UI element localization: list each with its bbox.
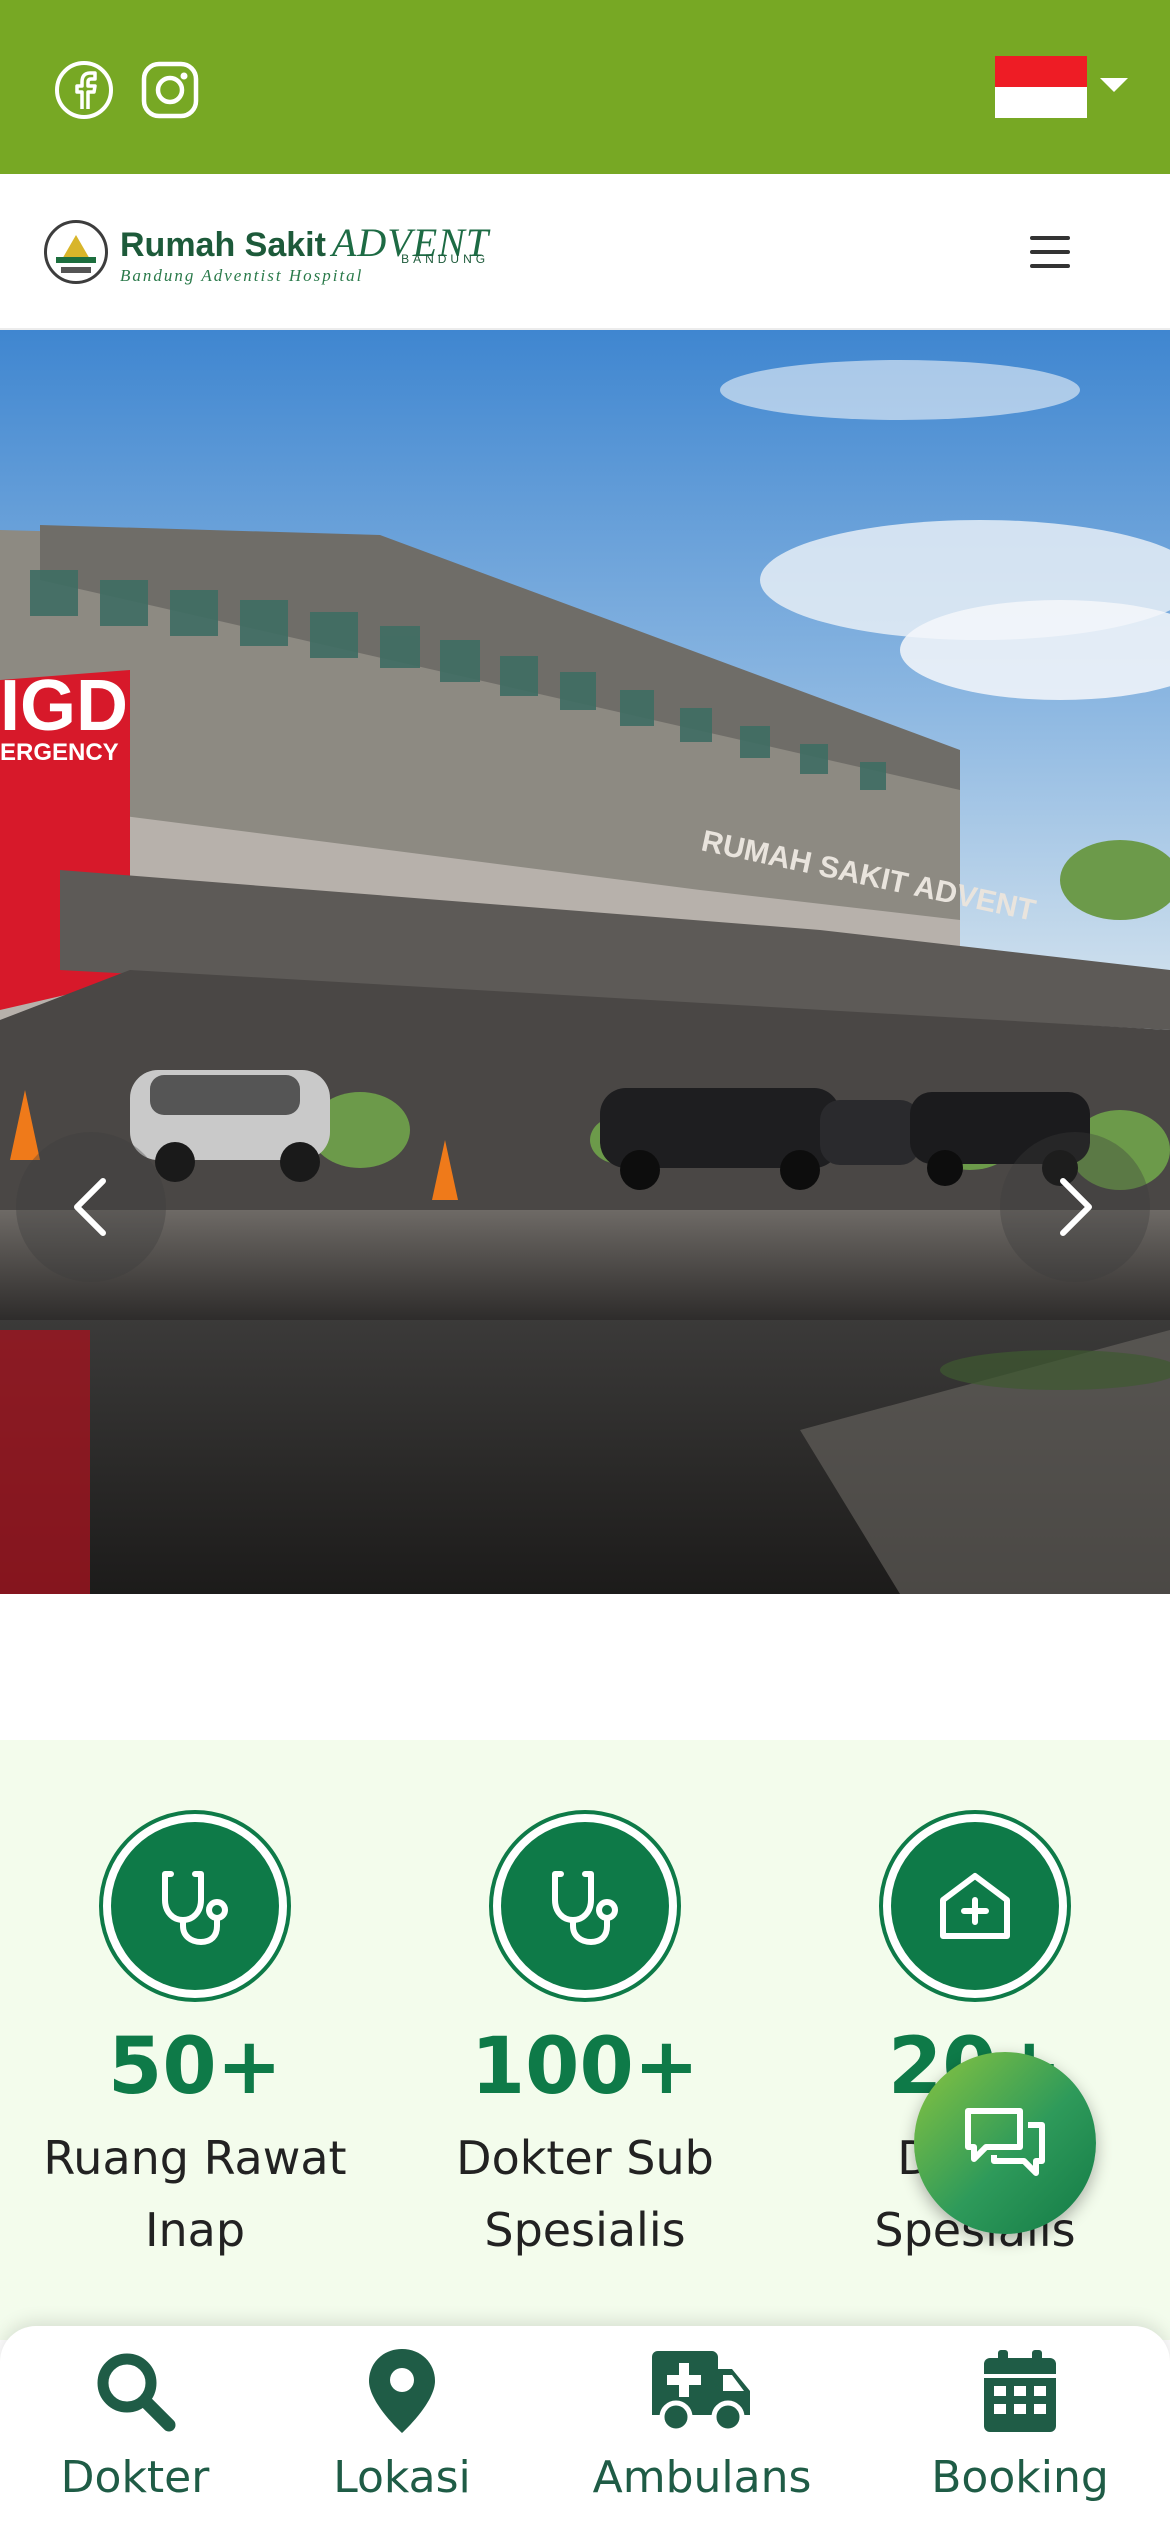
bottom-navigation: Dokter Lokasi Ambulans Booking xyxy=(0,2326,1170,2532)
stat-label: Ruang Rawat Inap xyxy=(43,2131,347,2257)
stats-section: 50+ Ruang Rawat Inap 100+ Dokter Sub Spe… xyxy=(0,1740,1170,2340)
chat-icon xyxy=(965,2108,1045,2176)
stat-number: 100+ xyxy=(470,2022,700,2112)
hero-carousel: IGD ERGENCY RUMAH SAKIT ADVENT xyxy=(0,330,1170,1594)
chevron-down-icon[interactable] xyxy=(1100,78,1128,92)
flag-red-stripe xyxy=(995,56,1087,87)
nav-label: Booking xyxy=(931,2452,1109,2503)
facebook-icon[interactable] xyxy=(52,58,116,122)
top-bar xyxy=(0,0,1170,174)
stethoscope-icon xyxy=(552,1871,618,1946)
nav-ambulans[interactable]: Ambulans xyxy=(572,2346,832,2526)
stat-label: Dokter Sub Spesialis xyxy=(456,2131,714,2257)
stat-number: 50+ xyxy=(108,2022,282,2112)
stethoscope-icon xyxy=(162,1871,228,1946)
nav-dokter[interactable]: Dokter xyxy=(5,2346,265,2526)
location-pin-icon xyxy=(369,2349,435,2433)
clinic-icon xyxy=(940,1873,1010,1939)
emergency-sign: IGD xyxy=(0,666,128,746)
nav-label: Ambulans xyxy=(592,2452,812,2503)
stat-sub-specialist-doctors: 100+ Dokter Sub Spesialis xyxy=(395,1810,775,2266)
flag-white-stripe xyxy=(995,87,1087,118)
nav-label: Dokter xyxy=(60,2452,210,2503)
hamburger-icon[interactable] xyxy=(1026,230,1074,274)
chevron-left-icon xyxy=(74,1178,106,1236)
stat-inpatient-rooms: 50+ Ruang Rawat Inap xyxy=(5,1810,385,2266)
logo-text: Rumah Sakit ADVENT Bandung Adventist Hos… xyxy=(120,219,489,286)
calendar-icon xyxy=(984,2350,1056,2432)
search-icon xyxy=(97,2353,176,2432)
emergency-subsign: ERGENCY xyxy=(0,739,119,766)
carousel-next-button[interactable] xyxy=(1000,1132,1150,1282)
logo-emblem xyxy=(44,220,108,284)
nav-booking[interactable]: Booking xyxy=(890,2346,1150,2526)
chat-button[interactable] xyxy=(914,2052,1096,2234)
page: Rumah Sakit ADVENT Bandung Adventist Hos… xyxy=(0,0,1170,2532)
hero-image: IGD ERGENCY RUMAH SAKIT ADVENT xyxy=(0,330,1170,1594)
logo-tagline: Bandung Adventist Hospital xyxy=(120,265,364,285)
instagram-icon[interactable] xyxy=(138,58,202,122)
site-header: Rumah Sakit ADVENT Bandung Adventist Hos… xyxy=(0,174,1170,330)
language-flag[interactable] xyxy=(995,56,1087,118)
logo-city: BANDUNG xyxy=(401,251,490,266)
nav-lokasi[interactable]: Lokasi xyxy=(272,2346,532,2526)
chevron-right-icon xyxy=(1060,1178,1092,1236)
hospital-logo[interactable]: Rumah Sakit ADVENT Bandung Adventist Hos… xyxy=(44,214,534,290)
carousel-prev-button[interactable] xyxy=(16,1132,166,1282)
nav-label: Lokasi xyxy=(333,2452,471,2503)
logo-name-main: Rumah Sakit xyxy=(120,225,326,264)
ambulance-icon xyxy=(652,2351,750,2433)
